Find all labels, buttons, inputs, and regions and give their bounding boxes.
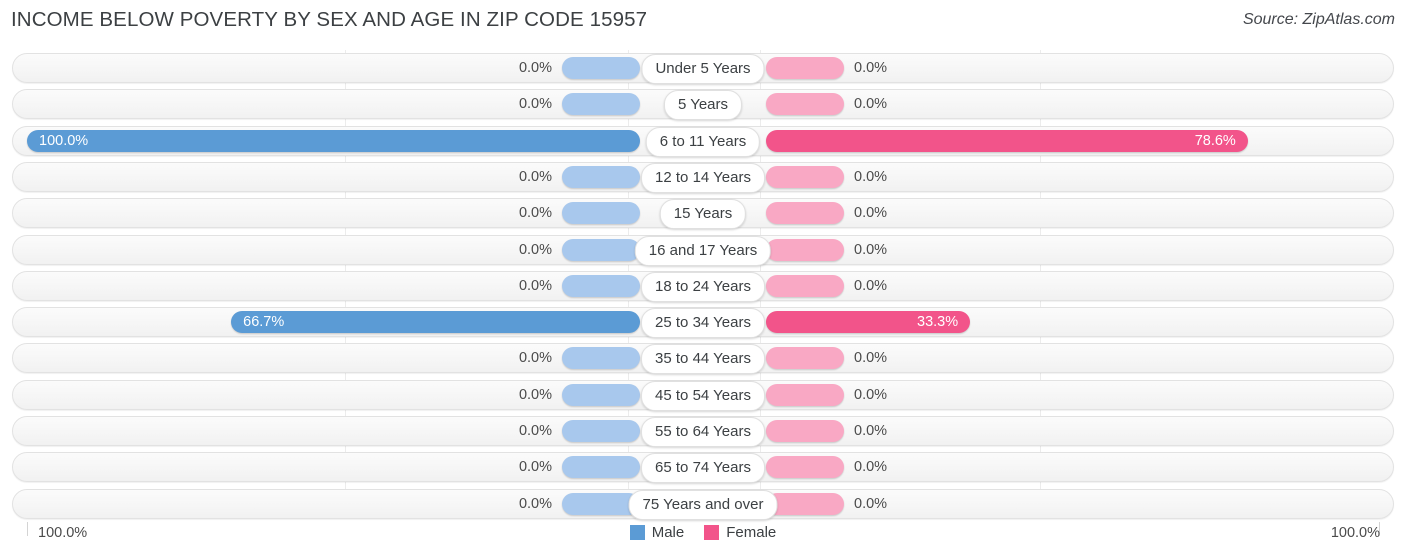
value-label-male: 0.0% [518, 495, 552, 512]
value-label-male: 0.0% [518, 350, 552, 367]
chart-row[interactable]: 0.0% 0.0% 35 to 44 Years [12, 343, 1394, 375]
category-label-pill[interactable]: 75 Years and over [628, 489, 778, 520]
value-label-female: 0.0% [854, 168, 888, 185]
legend-item[interactable]: Male [629, 524, 685, 541]
value-label-female: 33.3% [917, 314, 959, 331]
value-label-female: 0.0% [854, 205, 888, 222]
category-label-pill[interactable]: 16 and 17 Years [634, 235, 772, 266]
chart-header: INCOME BELOW POVERTY BY SEX AND AGE IN Z… [0, 0, 1406, 42]
chart-row[interactable]: 0.0% 0.0% Under 5 Years [12, 53, 1394, 84]
value-label-male: 0.0% [518, 60, 552, 76]
bar-male[interactable] [562, 383, 640, 406]
value-label-female: 0.0% [854, 386, 888, 403]
chart-row[interactable]: 0.0% 0.0% 16 and 17 Years [12, 234, 1394, 266]
bar-female[interactable] [766, 492, 844, 515]
chart-legend: Male Female [0, 524, 1406, 541]
chart-row[interactable]: 0.0% 0.0% 45 to 54 Years [12, 379, 1394, 411]
chart-row[interactable]: 0.0% 0.0% 65 to 74 Years [12, 452, 1394, 484]
legend-swatch-icon [629, 525, 645, 540]
bar-male[interactable] [562, 274, 640, 297]
value-label-female: 0.0% [854, 459, 888, 476]
bar-male[interactable] [562, 347, 640, 370]
value-label-female: 0.0% [854, 241, 888, 258]
category-label-pill[interactable]: 45 to 54 Years [641, 380, 765, 411]
value-label-male: 0.0% [518, 277, 552, 294]
value-label-male: 0.0% [518, 168, 552, 185]
bar-female[interactable] [766, 165, 844, 188]
category-label-pill[interactable]: 25 to 34 Years [641, 308, 765, 339]
category-label-pill[interactable]: 12 to 14 Years [641, 162, 765, 193]
value-label-male: 0.0% [518, 459, 552, 476]
bar-female[interactable] [766, 57, 844, 79]
bar-male[interactable] [562, 57, 640, 79]
value-label-male: 0.0% [518, 241, 552, 258]
chart-row[interactable]: 0.0% 0.0% 75 Years and over [12, 488, 1394, 520]
chart-plot-area: 0.0% 0.0% Under 5 Years 0.0% 0.0% 5 Years 100.… [0, 50, 1406, 522]
value-label-female: 0.0% [854, 277, 888, 294]
chart-row[interactable]: 0.0% 0.0% 12 to 14 Years [12, 161, 1394, 193]
bar-female[interactable] [766, 420, 844, 442]
value-label-female: 0.0% [854, 495, 888, 512]
category-label-pill[interactable]: 6 to 11 Years [645, 126, 761, 157]
value-label-female: 0.0% [854, 60, 888, 76]
value-label-male: 66.7% [243, 314, 285, 331]
category-label-pill[interactable]: 18 to 24 Years [641, 271, 765, 302]
value-label-male: 0.0% [518, 386, 552, 403]
value-label-male: 0.0% [518, 96, 552, 113]
value-label-female: 0.0% [854, 423, 888, 439]
category-label-pill[interactable]: Under 5 Years [641, 54, 765, 84]
legend-item[interactable]: Female [704, 524, 776, 541]
bar-female[interactable] [766, 456, 844, 479]
bar-male[interactable] [562, 165, 640, 188]
chart-row[interactable]: 0.0% 0.0% 18 to 24 Years [12, 270, 1394, 302]
bar-male[interactable] [562, 202, 640, 225]
source-attribution: Source: ZipAtlas.com [1242, 11, 1395, 28]
chart-row[interactable]: 0.0% 0.0% 55 to 64 Years [12, 416, 1394, 447]
category-label-pill[interactable]: 15 Years [659, 199, 747, 230]
value-label-male: 100.0% [39, 132, 89, 149]
legend-label: Male [651, 524, 685, 541]
bar-male[interactable] [562, 456, 640, 479]
legend-swatch-icon [704, 525, 720, 540]
category-label-pill[interactable]: 55 to 64 Years [641, 417, 765, 447]
value-label-female: 0.0% [854, 350, 888, 367]
category-label-pill[interactable]: 35 to 44 Years [641, 344, 765, 375]
value-label-male: 0.0% [518, 423, 552, 439]
bar-female[interactable] [766, 202, 844, 225]
bar-female[interactable] [766, 383, 844, 406]
bar-male[interactable] [562, 420, 640, 442]
category-label-pill[interactable]: 65 to 74 Years [641, 453, 765, 484]
legend-label: Female [726, 524, 777, 541]
bar-female[interactable] [766, 93, 844, 116]
value-label-male: 0.0% [518, 205, 552, 222]
page-title: INCOME BELOW POVERTY BY SEX AND AGE IN Z… [11, 8, 648, 31]
chart-footer: 100.0% 100.0% Male Female [0, 522, 1406, 558]
chart-row[interactable]: 100.0% 78.6% 6 to 11 Years [12, 125, 1394, 157]
bar-male[interactable] [562, 238, 640, 261]
value-label-female: 78.6% [1194, 132, 1236, 149]
bar-male[interactable] [562, 93, 640, 116]
category-label-pill[interactable]: 5 Years [663, 90, 743, 121]
chart-row[interactable]: 0.0% 0.0% 5 Years [12, 89, 1394, 121]
bar-female[interactable] [766, 238, 844, 261]
value-label-female: 0.0% [854, 96, 888, 113]
bar-female[interactable] [766, 274, 844, 297]
bar-female[interactable] [766, 347, 844, 370]
chart-row[interactable]: 0.0% 0.0% 15 Years [12, 198, 1394, 230]
chart-row[interactable]: 66.7% 33.3% 25 to 34 Years [12, 307, 1394, 339]
